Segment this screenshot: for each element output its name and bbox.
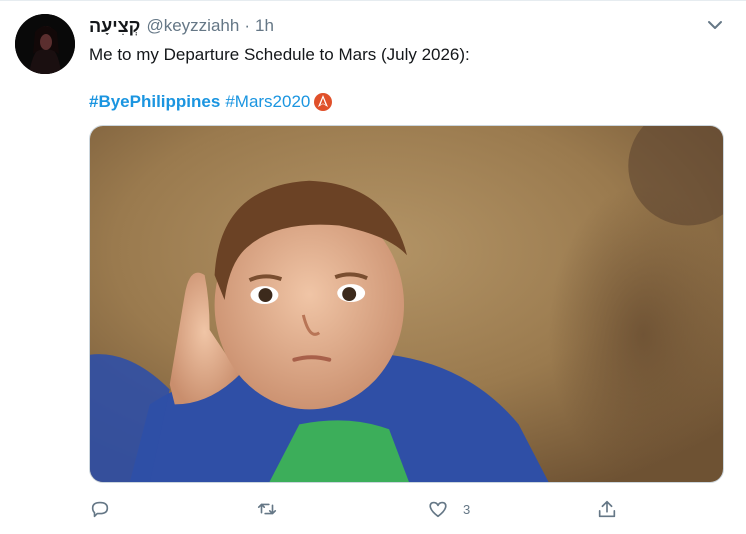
retweet-icon bbox=[256, 498, 278, 520]
tweet-text: Me to my Departure Schedule to Mars (Jul… bbox=[89, 45, 470, 64]
hashtag-line: #ByePhilippines #Mars2020 bbox=[89, 91, 333, 113]
tweet-card[interactable]: קְצִיעָה @keyzziahh · 1h Me to my Depart… bbox=[0, 0, 746, 534]
avatar[interactable] bbox=[15, 14, 75, 74]
like-count: 3 bbox=[463, 501, 471, 517]
heart-icon bbox=[427, 498, 449, 520]
tweet-header: קְצִיעָה @keyzziahh · 1h bbox=[89, 15, 274, 37]
separator-dot: · bbox=[244, 16, 250, 35]
tweet-media-photo[interactable] bbox=[89, 125, 724, 483]
reply-icon bbox=[89, 498, 111, 520]
timestamp[interactable]: 1h bbox=[255, 16, 274, 36]
display-name[interactable]: קְצִיעָה bbox=[89, 16, 140, 37]
tweet-actions: 3 bbox=[89, 495, 649, 523]
share-button[interactable] bbox=[596, 495, 632, 523]
mars-2020-icon bbox=[313, 92, 333, 112]
like-button[interactable]: 3 bbox=[427, 495, 470, 523]
retweet-button[interactable] bbox=[256, 495, 292, 523]
user-handle[interactable]: @keyzziahh bbox=[146, 16, 239, 36]
more-options-chevron-icon[interactable] bbox=[704, 17, 726, 35]
hashtag-byephilippines[interactable]: #ByePhilippines bbox=[89, 91, 220, 113]
hashtag-mars2020[interactable]: #Mars2020 bbox=[225, 91, 310, 113]
reply-button[interactable] bbox=[89, 495, 125, 523]
share-icon bbox=[596, 498, 618, 520]
